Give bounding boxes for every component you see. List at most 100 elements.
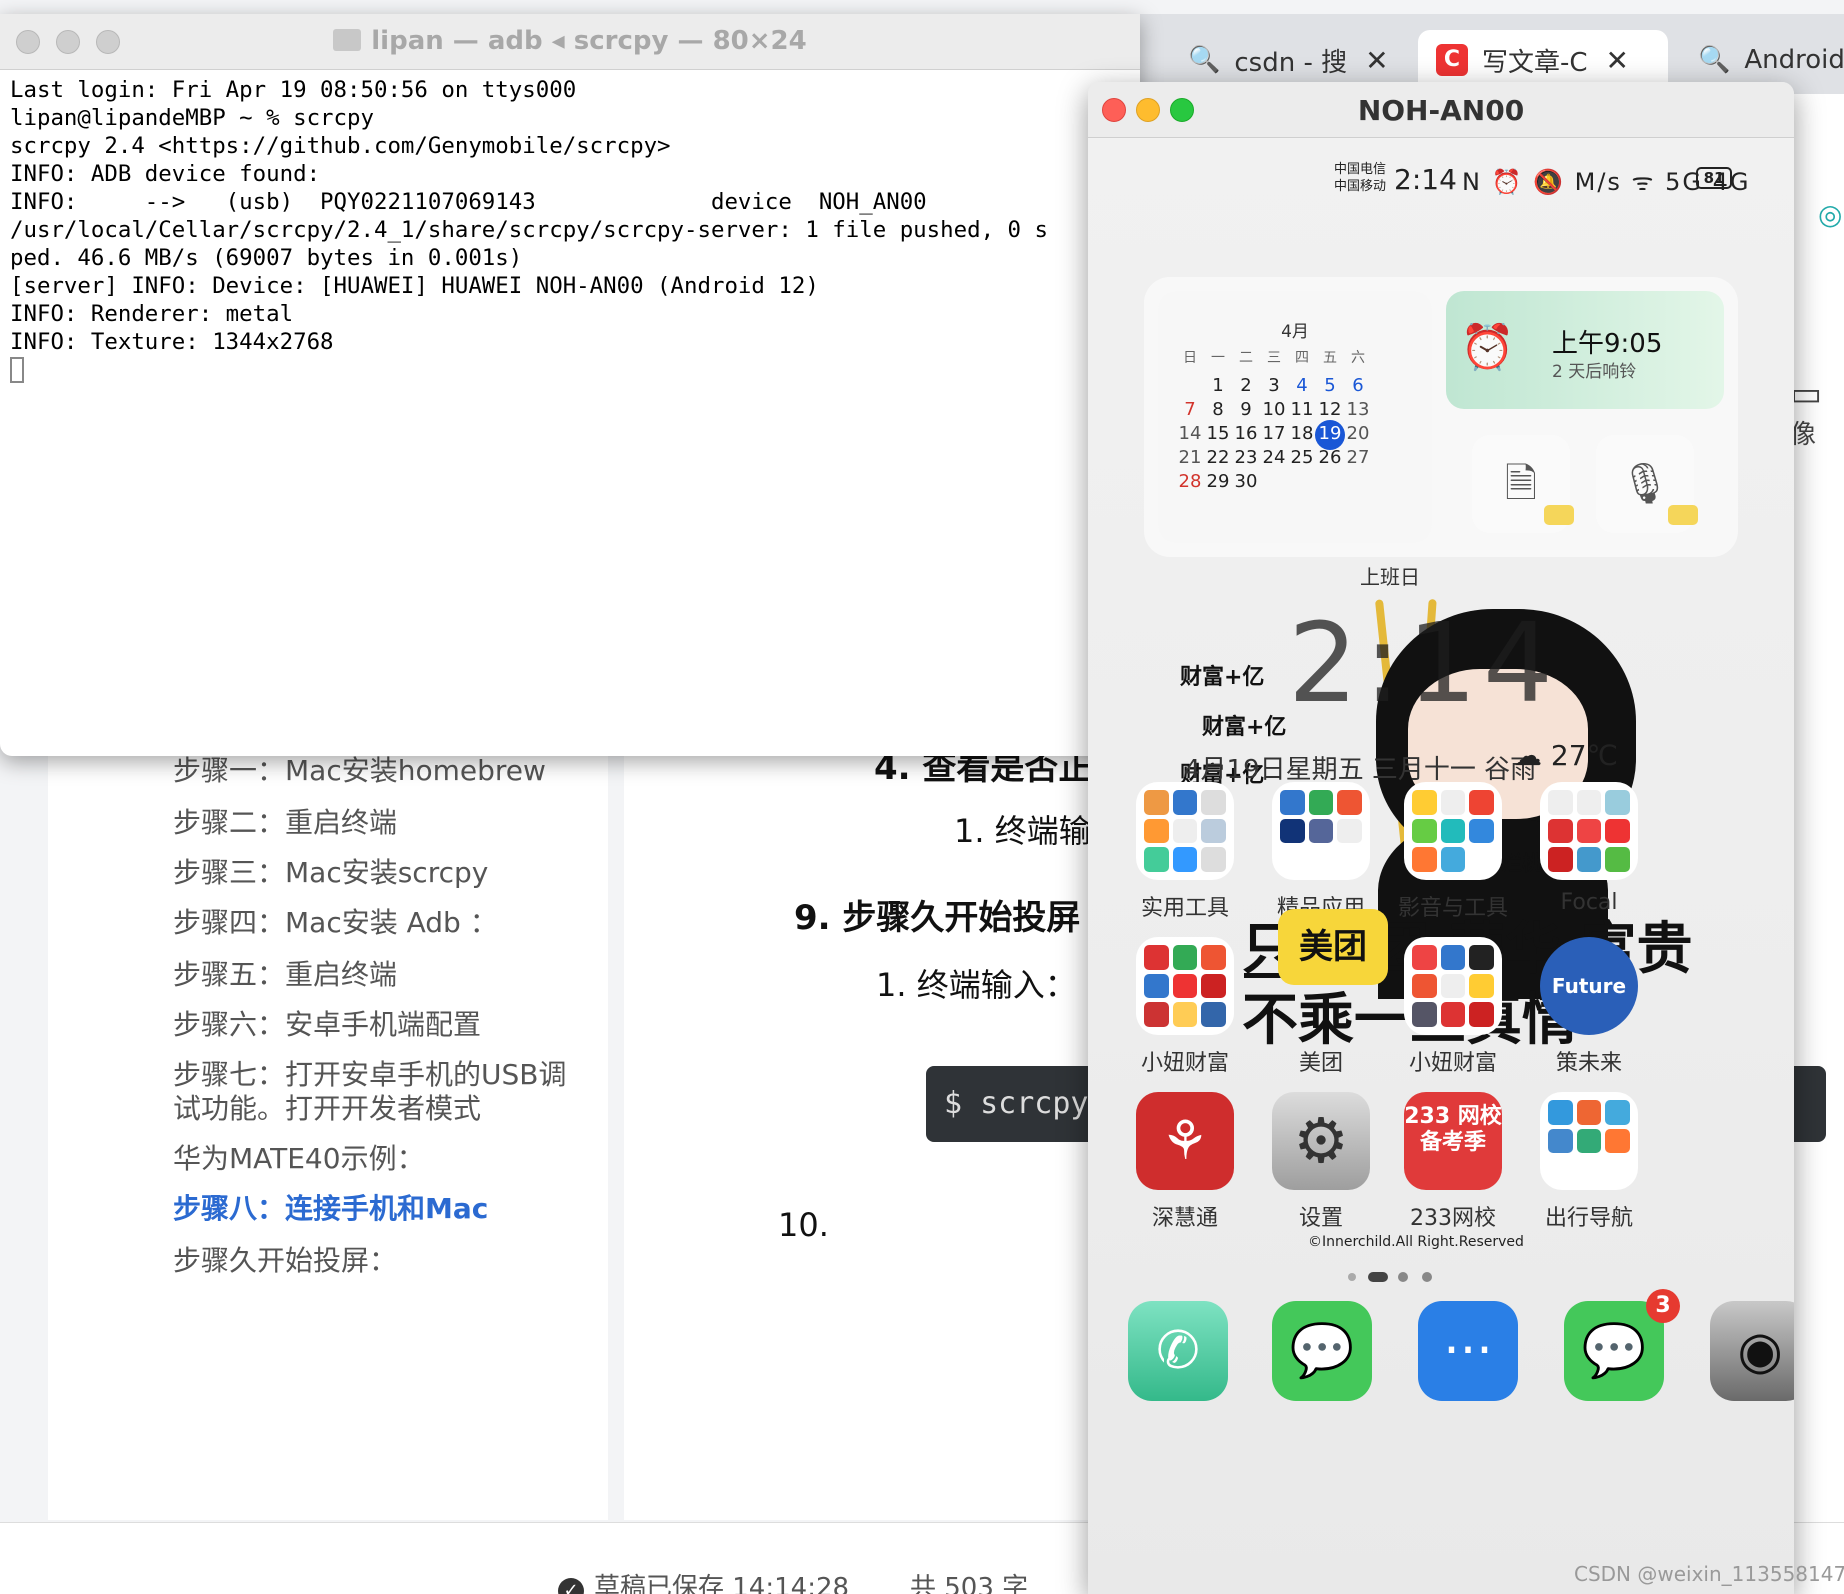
saved-text: 草稿已保存 14:14:28	[594, 1573, 850, 1594]
close-icon[interactable]: ✕	[1365, 44, 1388, 77]
dock-camera-app[interactable]: ◉	[1710, 1301, 1794, 1401]
app-cewl[interactable]: Future 策未来 策未来	[1524, 937, 1654, 1077]
recorder-widget[interactable]: 🎙	[1596, 435, 1698, 533]
shenhuitong-icon: ⚘	[1136, 1092, 1234, 1190]
app-shenhuitong[interactable]: ⚘ 深慧通	[1120, 1092, 1250, 1232]
alarm-time: 上午9:05	[1552, 329, 1663, 359]
calendar-day[interactable]: 30	[1230, 471, 1262, 492]
app-label: 美团	[1298, 1051, 1343, 1076]
terminal-line: INFO: --> (usb) PQY0221107069143 device …	[10, 189, 927, 215]
phone-screen[interactable]: 中国电信 中国移动 2:14 N ⏰ 🔕 M/s ᯤ 5G 4G 81 4月 日…	[1088, 139, 1794, 1594]
toc-item[interactable]: 试功能。打开开发者模式	[173, 1090, 481, 1128]
terminal-titlebar[interactable]: lipan — adb ◂ scrcpy — 80×24	[0, 14, 1140, 70]
terminal-window[interactable]: lipan — adb ◂ scrcpy — 80×24 Last login:…	[0, 14, 1140, 756]
terminal-line: ped. 46.6 MB/s (69007 bytes in 0.001s)	[10, 245, 523, 271]
table-of-contents: 步骤一：Mac安装homebrew 步骤二：重启终端 步骤三：Mac安装scrc…	[48, 740, 608, 1520]
csdn-watermark: CSDN @weixin_1135581478	[1574, 1562, 1844, 1586]
scrcpy-titlebar[interactable]: NOH-AN00	[1088, 82, 1794, 138]
terminal-cursor	[10, 357, 24, 383]
toc-item[interactable]: 步骤三：Mac安装scrcpy	[173, 854, 488, 892]
document-icon: 🗎	[1504, 461, 1538, 507]
draft-saved-status: ✓ 草稿已保存 14:14:28	[558, 1567, 849, 1594]
folder-featured-apps[interactable]: 精品应用	[1256, 782, 1386, 922]
tab-android[interactable]: 🔍 Android	[1680, 30, 1844, 90]
toc-item[interactable]: 步骤五：重启终端	[173, 956, 397, 994]
page-dot	[1398, 1272, 1408, 1282]
calendar-day[interactable]: 6	[1342, 375, 1374, 396]
image-icon[interactable]: ▭	[1790, 374, 1822, 414]
calendar-day[interactable]: 20	[1342, 423, 1374, 444]
dock-phone-app[interactable]: ✆	[1128, 1301, 1228, 1401]
note-tag	[1544, 505, 1574, 525]
tab-label: Android	[1744, 45, 1844, 75]
wechat-icon: 💬	[1581, 1321, 1647, 1381]
editor-line: 1. 终端输入：	[876, 966, 1077, 1004]
message-icon: ···	[1443, 1321, 1493, 1381]
app-settings[interactable]: ⚙ 设置	[1256, 1092, 1386, 1232]
page-dot	[1422, 1272, 1432, 1282]
dock-wechat-app[interactable]: 💬	[1272, 1301, 1372, 1401]
terminal-output[interactable]: Last login: Fri Apr 19 08:50:56 on ttys0…	[10, 76, 1048, 384]
editor-heading: 9. 步骤久开始投屏	[794, 898, 1081, 938]
note-tag	[1668, 505, 1698, 525]
folder-utilities[interactable]: 实用工具	[1120, 782, 1250, 922]
calendar-month: 4月	[1281, 322, 1309, 342]
page-dot-active	[1368, 1272, 1388, 1282]
calendar-widget[interactable]: 4月 日一二三四五六 1 2 3 4 5 6 7 8 9 10 11 12 13 14 15 16 17 18 19 2…	[1158, 291, 1432, 543]
calendar-day[interactable]: 13	[1342, 399, 1374, 420]
wallpaper-text: 财富+亿	[1202, 715, 1287, 740]
terminal-title: lipan — adb ◂ scrcpy — 80×24	[0, 26, 1140, 56]
terminal-line: Last login: Fri Apr 19 08:50:56 on ttys0…	[10, 77, 577, 103]
app-label: 设置	[1298, 1206, 1343, 1231]
toc-item[interactable]: 华为MATE40示例：	[173, 1140, 425, 1178]
folder-media-tools[interactable]: 影音与工具	[1388, 782, 1518, 922]
widget-card[interactable]: 4月 日一二三四五六 1 2 3 4 5 6 7 8 9 10 11 12 13 14 15 16 17 18 19 2…	[1144, 277, 1738, 557]
calendar-weekday: 六	[1351, 350, 1365, 366]
word-count: 共 503 字	[910, 1573, 1029, 1594]
folder-travel-navigation[interactable]: 出行导航	[1524, 1092, 1654, 1232]
app-233-wangxiao[interactable]: 233 网校 备考季 233网校	[1388, 1092, 1518, 1232]
microphone-icon: 🎙	[1619, 461, 1671, 507]
terminal-line: INFO: ADB device found:	[10, 161, 321, 187]
notes-widget[interactable]: 🗎	[1472, 435, 1574, 533]
terminal-line: INFO: Texture: 1344x2768	[10, 329, 334, 355]
wallpaper-copyright: ©Innerchild.All Right.Reserved	[1308, 1234, 1524, 1250]
toc-item[interactable]: 步骤二：重启终端	[173, 804, 397, 842]
tab-csdn-search[interactable]: 🔍 csdn - 搜 ✕	[1170, 30, 1400, 90]
app-label: 策未来	[1555, 1051, 1622, 1076]
toc-item[interactable]: 步骤四：Mac安装 Adb ：	[173, 904, 498, 942]
wechat-icon: 💬	[1289, 1321, 1355, 1381]
lockscreen-clock: 2:14	[1288, 599, 1560, 727]
calendar-day[interactable]: 27	[1342, 447, 1374, 468]
close-icon[interactable]: ✕	[1606, 44, 1629, 77]
folder-icon	[1136, 937, 1234, 1035]
toc-item[interactable]: 步骤六：安卓手机端配置	[173, 1006, 481, 1044]
toc-item[interactable]: 步骤一：Mac安装homebrew	[173, 752, 546, 790]
folder-icon	[1404, 937, 1502, 1035]
folder-xiaoniu-wealth-2[interactable]: 小妞财富	[1388, 937, 1518, 1077]
page-indicator[interactable]	[1344, 1266, 1544, 1286]
carrier-2: 中国移动	[1334, 179, 1387, 194]
folder-icon	[333, 29, 362, 51]
meituan-logo[interactable]: 美团	[1278, 909, 1388, 985]
folder-xiaoniu-wealth[interactable]: 小妞财富	[1120, 937, 1250, 1077]
csdn-logo-icon: C	[1436, 44, 1468, 76]
page-dot	[1348, 1273, 1356, 1281]
toc-item[interactable]: 步骤七：打开安卓手机的USB调	[173, 1056, 566, 1094]
editor-line: 1. 终端输	[954, 812, 1091, 850]
tab-write-article[interactable]: C 写文章-C ✕	[1418, 30, 1668, 90]
carrier-1: 中国电信	[1334, 162, 1387, 177]
scrcpy-window[interactable]: NOH-AN00 中国电信 中国移动 2:14 N ⏰ 🔕 M/s ᯤ 5G 4…	[1088, 82, 1794, 1594]
terminal-title-text: lipan — adb ◂ scrcpy — 80×24	[371, 26, 807, 56]
alarm-widget[interactable]: ⏰ 上午9:05 2 天后响铃	[1446, 291, 1724, 409]
assistant-icon[interactable]: ◎	[1818, 198, 1842, 231]
camera-icon: ◉	[1737, 1321, 1783, 1381]
toc-item-active[interactable]: 步骤八：连接手机和Mac	[173, 1190, 488, 1228]
scrcpy-title: NOH-AN00	[1357, 94, 1525, 127]
dock-messages-app[interactable]: ···	[1418, 1301, 1518, 1401]
app-label: 小妞财富	[1140, 1051, 1229, 1076]
folder-focal[interactable]: Focal	[1524, 782, 1654, 915]
toc-item[interactable]: 步骤久开始投屏：	[173, 1242, 397, 1280]
app-label: 233网校	[1410, 1206, 1496, 1231]
folder-icon	[1540, 1092, 1638, 1190]
